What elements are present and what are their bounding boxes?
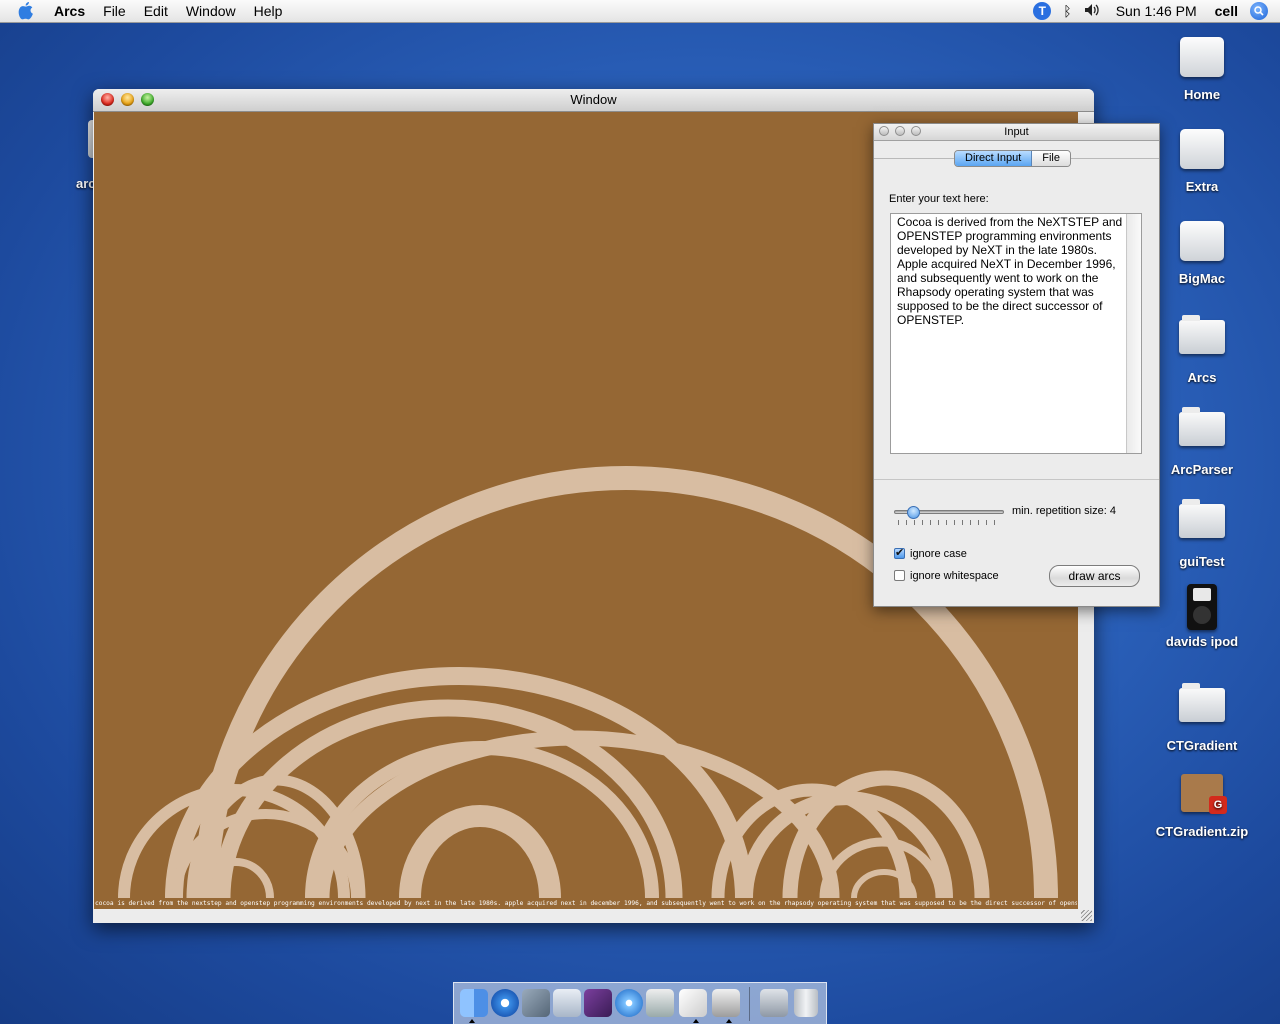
slider-label: min. repetition size: 4 [1012, 505, 1116, 517]
file-menu[interactable]: File [94, 3, 135, 19]
ignore-whitespace-label[interactable]: ignore whitespace [910, 570, 999, 582]
network-drive-icon [1180, 221, 1224, 261]
edit-menu[interactable]: Edit [135, 3, 177, 19]
desktop-icon-label: Arcs [1187, 370, 1217, 385]
panel-title: Input [1004, 126, 1029, 138]
close-button[interactable] [101, 93, 114, 106]
arc-caption: cocoa is derived from the nextstep and o… [95, 900, 1077, 907]
desktop-icon-ctgradient-zip[interactable]: G CTGradient.zip [1147, 770, 1257, 839]
text-prompt-label: Enter your text here: [889, 193, 989, 205]
desktop-icon-label: CTGradient.zip [1155, 824, 1249, 839]
desktop-icon-label: Home [1183, 87, 1221, 102]
desktop-icon-label: Extra [1185, 179, 1219, 194]
volume-icon[interactable] [1084, 3, 1100, 20]
window-titlebar[interactable]: Window [93, 89, 1094, 112]
documents-icon[interactable] [760, 989, 788, 1017]
desktop-icon-label: ArcParser [1170, 462, 1234, 477]
panel-minimize-button[interactable] [895, 126, 905, 136]
finder-icon[interactable] [460, 989, 488, 1017]
itunes-icon[interactable] [615, 989, 643, 1017]
window-title: Window [570, 92, 617, 107]
ignore-case-label[interactable]: ignore case [910, 548, 967, 560]
menu-clock[interactable]: Sun 1:46 PM [1116, 3, 1197, 19]
text-scrollbar[interactable] [1126, 214, 1141, 453]
minimize-button[interactable] [121, 93, 134, 106]
system-prefs-icon[interactable] [646, 989, 674, 1017]
ipod-icon [1187, 584, 1217, 630]
zoom-button[interactable] [141, 93, 154, 106]
app-icon[interactable] [584, 989, 612, 1017]
desktop-icon-label: davids ipod [1165, 634, 1239, 649]
tab-file[interactable]: File [1032, 151, 1070, 166]
ignore-case-checkbox[interactable] [894, 546, 905, 559]
draw-arcs-button[interactable]: draw arcs [1049, 565, 1140, 587]
tab-direct-input[interactable]: Direct Input [955, 151, 1033, 166]
drive-icon [1180, 129, 1224, 169]
desktop-icon-bigmac[interactable]: BigMac [1147, 218, 1257, 286]
slider-ticks [898, 520, 1002, 525]
desktop-icon-ctgradient[interactable]: CTGradient [1147, 678, 1257, 753]
drive-icon [1180, 37, 1224, 77]
folder-icon [1179, 315, 1225, 354]
desktop-icon-label: guiTest [1179, 554, 1225, 569]
desktop-icon-arcs[interactable]: Arcs [1147, 310, 1257, 385]
dock [453, 982, 827, 1024]
menu-bar: Arcs File Edit Window Help T ᛒ Sun 1:46 … [0, 0, 1280, 23]
folder-icon [1179, 407, 1225, 446]
font-book-icon[interactable] [553, 989, 581, 1017]
apple-menu-icon[interactable] [18, 2, 38, 20]
desktop-icon-ipod[interactable]: davids ipod [1147, 584, 1257, 649]
ignore-whitespace-checkbox[interactable] [894, 570, 905, 581]
text-input-content[interactable]: Cocoa is derived from the NeXTSTEP and O… [897, 215, 1127, 327]
app-menu[interactable]: Arcs [54, 3, 94, 19]
panel-zoom-button[interactable] [911, 126, 921, 136]
window-menu[interactable]: Window [177, 3, 245, 19]
spotlight-icon[interactable] [1250, 2, 1268, 20]
xcode-icon[interactable] [522, 989, 550, 1017]
panel-separator [874, 479, 1159, 480]
folder-icon [1179, 499, 1225, 538]
textedit-icon[interactable] [679, 989, 707, 1017]
resize-grip[interactable] [1081, 910, 1092, 921]
folder-icon [1179, 683, 1225, 722]
safari-icon[interactable] [491, 989, 519, 1017]
zip-icon: G [1181, 774, 1227, 814]
repetition-slider-knob[interactable] [907, 506, 920, 519]
panel-close-button[interactable] [879, 126, 889, 136]
dock-separator [749, 987, 750, 1021]
running-indicator [693, 1019, 699, 1023]
desktop-icon-home[interactable]: Home [1147, 34, 1257, 102]
desktop-icon-label: CTGradient [1166, 738, 1238, 753]
input-panel: Input Direct Input File Enter your text … [873, 123, 1160, 607]
arc [399, 805, 561, 899]
panel-titlebar[interactable]: Input [874, 124, 1159, 141]
desktop-icon-extra[interactable]: Extra [1147, 126, 1257, 194]
running-indicator [726, 1019, 732, 1023]
desktop-icon-arcparser[interactable]: ArcParser [1147, 402, 1257, 477]
terminal-icon[interactable] [712, 989, 740, 1017]
desktop-icon-label: BigMac [1178, 271, 1226, 286]
text-input-area[interactable]: Cocoa is derived from the NeXTSTEP and O… [890, 213, 1142, 454]
tab-control: Direct Input File [954, 150, 1071, 167]
desktop-icon-guitest[interactable]: guiTest [1147, 494, 1257, 569]
bluetooth-icon[interactable]: ᛒ [1063, 3, 1071, 19]
trash-icon[interactable] [794, 989, 818, 1017]
text-input-menu-icon[interactable]: T [1033, 2, 1052, 20]
running-indicator [469, 1019, 475, 1023]
help-menu[interactable]: Help [245, 3, 292, 19]
user-menu[interactable]: cell [1215, 3, 1238, 19]
